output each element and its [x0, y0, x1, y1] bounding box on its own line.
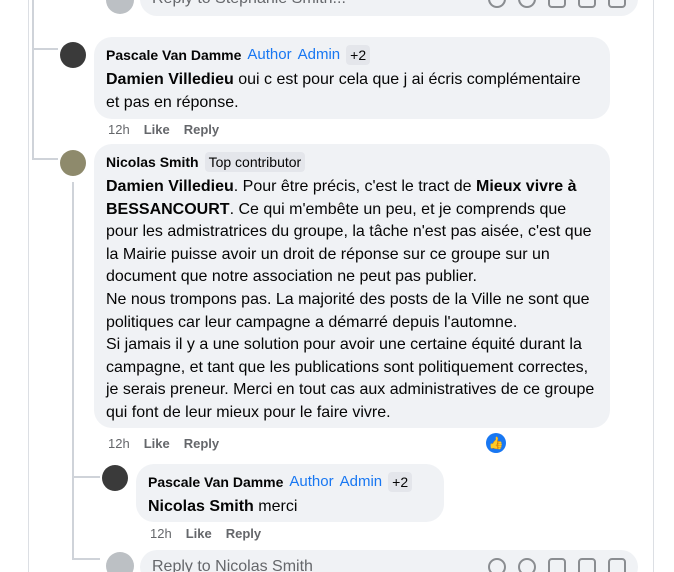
author-name[interactable]: Pascale Van Damme — [106, 46, 241, 64]
admin-badge[interactable]: Admin — [298, 46, 341, 64]
like-button[interactable]: Like — [144, 122, 170, 137]
camera-icon[interactable] — [548, 558, 566, 572]
mention[interactable]: Damien Villedieu — [106, 71, 234, 88]
reply-tools — [488, 0, 626, 8]
reply-input[interactable]: Reply to Nicolas Smith — [140, 550, 638, 572]
like-button[interactable]: Like — [186, 526, 212, 541]
timestamp[interactable]: 12h — [150, 526, 172, 541]
top-contributor-badge[interactable]: Top contributor — [204, 152, 306, 172]
emoji-icon[interactable] — [518, 0, 536, 8]
reply-button[interactable]: Reply — [226, 526, 261, 541]
reply-placeholder: Reply to Nicolas Smith — [152, 558, 313, 572]
author-badge[interactable]: Author — [289, 473, 333, 491]
timestamp[interactable]: 12h — [108, 436, 130, 451]
thread-line — [72, 182, 74, 560]
comment-text: Nicolas Smith merci — [148, 496, 432, 519]
timestamp[interactable]: 12h — [108, 122, 130, 137]
comment-paragraph: Ne nous trompons pas. La majorité des po… — [106, 290, 590, 331]
avatar[interactable] — [106, 552, 134, 572]
comment-paragraph: Si jamais il y a une solution pour avoir… — [106, 336, 595, 421]
reply-button[interactable]: Reply — [184, 436, 219, 451]
more-badges[interactable]: +2 — [388, 472, 413, 492]
emoji-icon[interactable] — [518, 558, 536, 572]
reply-tools — [488, 558, 626, 572]
sticker-icon[interactable] — [608, 0, 626, 8]
comment-actions: 12h Like Reply — [108, 436, 219, 451]
comment-actions: 12h Like Reply — [108, 122, 219, 137]
avatar-sticker-icon[interactable] — [488, 558, 506, 572]
avatar[interactable] — [102, 465, 128, 491]
like-reaction-icon[interactable]: 👍 — [486, 433, 506, 453]
thread-line — [32, 158, 58, 160]
comment-body: . Pour être précis, c'est le tract de — [233, 178, 477, 195]
comment-body: merci — [253, 498, 298, 515]
author-badge[interactable]: Author — [247, 46, 291, 64]
camera-icon[interactable] — [548, 0, 566, 8]
avatar[interactable] — [60, 150, 86, 176]
gif-icon[interactable] — [578, 0, 596, 8]
comment-bubble: Pascale Van Damme Author Admin +2 Damien… — [94, 37, 610, 119]
reply-button[interactable]: Reply — [184, 122, 219, 137]
thread-line — [72, 476, 100, 478]
comment-text: Damien Villedieu oui c est pour cela que… — [106, 69, 598, 114]
avatar-sticker-icon[interactable] — [488, 0, 506, 8]
avatar[interactable] — [60, 42, 86, 68]
sticker-icon[interactable] — [608, 558, 626, 572]
comment-text: Damien Villedieu. Pour être précis, c'es… — [106, 176, 598, 289]
thread-line — [32, 48, 58, 50]
mention[interactable]: Nicolas Smith — [148, 498, 254, 515]
more-badges[interactable]: +2 — [346, 45, 371, 65]
author-name[interactable]: Nicolas Smith — [106, 153, 199, 171]
comment-actions: 12h Like Reply — [150, 526, 261, 541]
author-name[interactable]: Pascale Van Damme — [148, 473, 283, 491]
thread-line — [72, 558, 100, 560]
comment-bubble: Pascale Van Damme Author Admin +2 Nicola… — [136, 464, 444, 522]
like-button[interactable]: Like — [144, 436, 170, 451]
admin-badge[interactable]: Admin — [340, 473, 383, 491]
reply-input[interactable]: Reply to Stephanie Smith... — [140, 0, 638, 16]
reply-placeholder: Reply to Stephanie Smith... — [152, 0, 346, 8]
comment-bubble: Nicolas Smith Top contributor Damien Vil… — [94, 144, 610, 428]
gif-icon[interactable] — [578, 558, 596, 572]
thread-line — [32, 0, 34, 160]
mention[interactable]: Damien Villedieu — [106, 178, 234, 195]
